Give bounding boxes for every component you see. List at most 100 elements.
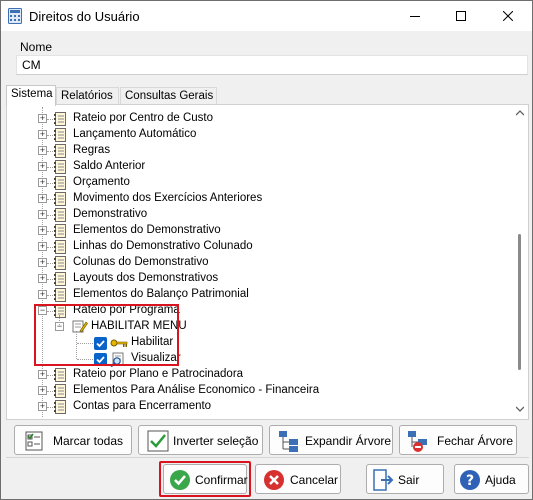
- scroll-thumb[interactable]: [518, 234, 521, 370]
- cancelar-button[interactable]: Cancelar: [255, 464, 341, 494]
- tree-item-label: Lançamento Automático: [73, 128, 197, 140]
- permission-checkbox[interactable]: [94, 353, 107, 366]
- tree-row[interactable]: + Elementos do Balanço Patrimonial: [10, 287, 510, 303]
- nome-input[interactable]: [16, 55, 528, 75]
- expand-plus-icon[interactable]: +: [38, 290, 47, 299]
- tree-row[interactable]: + Elementos Para Análise Economico - Fina…: [10, 383, 510, 399]
- nome-label: Nome: [20, 40, 53, 54]
- expand-plus-icon[interactable]: +: [38, 402, 47, 411]
- notebook-icon: [54, 255, 67, 270]
- tree-item-label: Linhas do Demonstrativo Colunado: [73, 240, 253, 252]
- minimize-icon[interactable]: [392, 1, 438, 31]
- tree-collapse-icon: [408, 431, 427, 452]
- tree-row[interactable]: + Orçamento: [10, 175, 510, 191]
- notebook-icon: [54, 191, 67, 206]
- tree-item-label: Regras: [73, 144, 111, 156]
- tree-item-label: Movimento dos Exercícios Anteriores: [73, 192, 263, 204]
- notebook-icon: [54, 399, 67, 414]
- tree-row[interactable]: + Rateio por Centro de Custo: [10, 111, 510, 127]
- exit-door-icon: [373, 469, 394, 491]
- title-bar[interactable]: Direitos do Usuário: [1, 1, 532, 31]
- tree-expand-icon: [279, 431, 298, 452]
- inverter-selecao-label: Inverter seleção: [173, 434, 259, 448]
- tab-relatorios[interactable]: Relatórios: [56, 87, 119, 105]
- notebook-icon: [54, 239, 67, 254]
- expand-plus-icon[interactable]: +: [38, 162, 47, 171]
- expand-plus-icon[interactable]: +: [38, 370, 47, 379]
- tree-row[interactable]: − Rateio por Programa: [10, 303, 510, 319]
- expand-plus-icon[interactable]: +: [38, 258, 47, 267]
- tree-row[interactable]: + Rateio por Plano e Patrocinadora: [10, 367, 510, 383]
- expandir-arvore-button[interactable]: Expandir Árvore: [269, 425, 393, 455]
- tab-consultas-gerais[interactable]: Consultas Gerais: [120, 87, 217, 105]
- collapse-minus-icon[interactable]: −: [38, 306, 47, 315]
- tab-sistema[interactable]: Sistema: [6, 85, 56, 106]
- tree-row[interactable]: + Lançamento Automático: [10, 127, 510, 143]
- notebook-icon: [54, 303, 67, 318]
- calculator-icon: [8, 8, 22, 24]
- expand-plus-icon[interactable]: +: [38, 386, 47, 395]
- tree-item-label: HABILITAR MENU: [91, 320, 187, 332]
- scroll-down-icon[interactable]: [516, 406, 524, 412]
- expand-plus-icon[interactable]: +: [38, 114, 47, 123]
- tree-guide-branch: [77, 359, 93, 360]
- ajuda-button[interactable]: ? Ajuda: [454, 464, 529, 494]
- tree-row[interactable]: + Elementos do Demonstrativo: [10, 223, 510, 239]
- menu-pencil-icon: [72, 319, 88, 334]
- notebook-icon: [54, 127, 67, 142]
- permission-label: Habilitar: [131, 336, 174, 348]
- notebook-icon: [54, 287, 67, 302]
- tree-item-label: Saldo Anterior: [73, 160, 146, 172]
- window-title: Direitos do Usuário: [29, 9, 140, 24]
- magnifier-icon: [110, 352, 124, 368]
- tree-row[interactable]: + Regras: [10, 143, 510, 159]
- confirmar-label: Confirmar: [195, 473, 248, 487]
- fechar-arvore-button[interactable]: Fechar Árvore: [399, 425, 517, 455]
- checkmark-icon: [147, 430, 169, 452]
- notebook-icon: [54, 271, 67, 286]
- tree-item-label: Colunas do Demonstrativo: [73, 256, 209, 268]
- tree-row[interactable]: + Contas para Encerramento: [10, 399, 510, 415]
- user-rights-dialog: Direitos do Usuário Nome Sistema Relatór…: [0, 0, 533, 500]
- key-icon: [110, 336, 128, 351]
- svg-text:?: ?: [466, 473, 474, 489]
- confirm-check-icon: [170, 470, 190, 490]
- fechar-arvore-label: Fechar Árvore: [437, 434, 514, 448]
- tree-row[interactable]: − HABILITAR MENU: [10, 319, 510, 335]
- tree-item-label: Contas para Encerramento: [73, 400, 212, 412]
- expand-plus-icon[interactable]: +: [38, 178, 47, 187]
- marcar-todas-label: Marcar todas: [53, 434, 124, 448]
- scroll-up-icon[interactable]: [516, 110, 524, 116]
- close-icon[interactable]: [485, 1, 531, 31]
- tree-item-label: Layouts dos Demonstrativos: [73, 272, 219, 284]
- tree-item-label: Elementos do Balanço Patrimonial: [73, 288, 249, 300]
- inverter-selecao-button[interactable]: Inverter seleção: [138, 425, 263, 455]
- expand-plus-icon[interactable]: +: [38, 130, 47, 139]
- expandir-arvore-label: Expandir Árvore: [305, 434, 392, 448]
- expand-plus-icon[interactable]: +: [38, 146, 47, 155]
- confirmar-button[interactable]: Confirmar: [163, 464, 248, 494]
- cancel-x-icon: [264, 470, 284, 490]
- tree-row[interactable]: + Demonstrativo: [10, 207, 510, 223]
- expand-plus-icon[interactable]: +: [38, 226, 47, 235]
- maximize-icon[interactable]: [438, 1, 484, 31]
- expand-plus-icon[interactable]: +: [38, 194, 47, 203]
- expand-plus-icon[interactable]: +: [38, 242, 47, 251]
- permission-label: Visualizar: [131, 352, 181, 364]
- permission-checkbox[interactable]: [94, 337, 107, 350]
- notebook-icon: [54, 367, 67, 382]
- tree-row[interactable]: + Saldo Anterior: [10, 159, 510, 175]
- tree-row[interactable]: + Movimento dos Exercícios Anteriores: [10, 191, 510, 207]
- tree-row[interactable]: + Linhas do Demonstrativo Colunado: [10, 239, 510, 255]
- sair-button[interactable]: Sair: [366, 464, 444, 494]
- expand-plus-icon[interactable]: +: [38, 210, 47, 219]
- tree-row[interactable]: + Colunas do Demonstrativo: [10, 255, 510, 271]
- tree-row[interactable]: + Layouts dos Demonstrativos: [10, 271, 510, 287]
- tree-scrollbar[interactable]: [513, 106, 527, 418]
- expand-plus-icon[interactable]: +: [38, 274, 47, 283]
- notebook-icon: [54, 207, 67, 222]
- tree-item-label: Rateio por Plano e Patrocinadora: [73, 368, 244, 380]
- rights-tree[interactable]: + Rateio por Centro de Custo + Lançamento A…: [10, 107, 510, 417]
- marcar-todas-button[interactable]: Marcar todas: [14, 425, 132, 455]
- sair-label: Sair: [398, 473, 420, 487]
